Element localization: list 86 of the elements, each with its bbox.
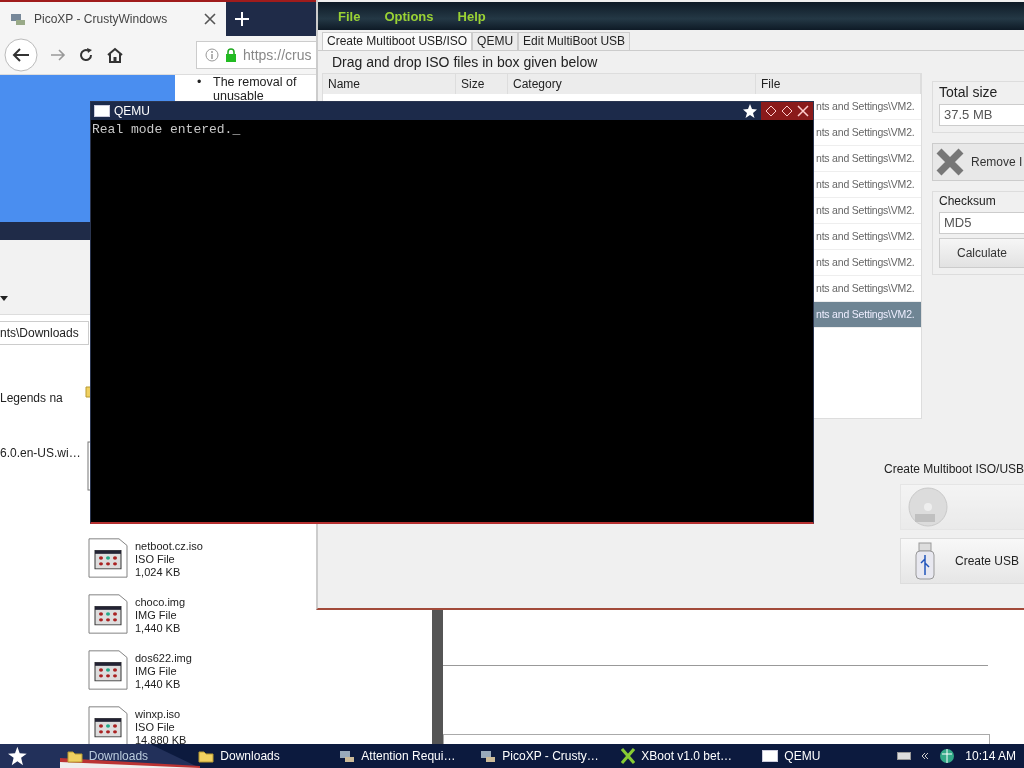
lock-icon [225, 48, 237, 62]
file-icon [88, 706, 128, 746]
back-icon[interactable] [4, 38, 38, 72]
cross-icon [935, 147, 965, 177]
window-icon [94, 105, 110, 117]
menu-item[interactable]: Options [374, 8, 444, 24]
group-label: Checksum [939, 194, 997, 208]
remove-button[interactable]: Remove I [932, 143, 1024, 181]
url-text: https://crus [243, 47, 312, 63]
home-icon[interactable] [106, 47, 124, 63]
folder-icon [198, 749, 215, 763]
x-logo-icon [621, 748, 636, 764]
tab[interactable]: QEMU [472, 32, 519, 50]
window-title: QEMU [114, 104, 151, 118]
address-field[interactable]: nts\Downloads [0, 321, 89, 345]
instruction-text: Drag and drop ISO files in box given below [331, 53, 599, 72]
reload-icon[interactable] [78, 47, 94, 63]
table-cell[interactable]: nts and Settings\VM2. [814, 120, 921, 145]
column-header[interactable]: Name [323, 74, 456, 94]
column-header[interactable]: File [756, 74, 921, 94]
minimize-icon[interactable] [765, 105, 777, 117]
file-type: ISO File [135, 553, 176, 566]
taskbar-button[interactable]: Downloads [192, 749, 330, 763]
file-size: 1,440 KB [135, 622, 182, 635]
file-name[interactable]: choco.img [135, 596, 186, 609]
bullet-text: unusable [213, 89, 264, 103]
size-field: 37.5 MB [939, 104, 1024, 126]
clock: 10:14 AM [965, 749, 1016, 763]
tab-title: PicoXP - CrustyWindows [34, 12, 169, 26]
taskbar-button[interactable]: PicoXP - Crusty… [474, 749, 612, 763]
keyboard-icon[interactable] [897, 752, 912, 760]
table-cell[interactable]: nts and Settings\VM2. [814, 224, 921, 249]
taskbar-button[interactable]: Attention Requi… [333, 749, 471, 763]
console-text: Real mode entered._ [91, 121, 242, 139]
file-icon [88, 538, 128, 578]
taskbar-button[interactable]: QEMU [756, 749, 894, 763]
bullet-text: The removal of [213, 75, 297, 89]
column-header[interactable]: Size [456, 74, 508, 94]
file-name[interactable]: 6.0.en-US.wi… [0, 440, 85, 465]
dropdown-icon[interactable] [0, 296, 8, 302]
maximize-icon[interactable] [781, 105, 793, 117]
file-name[interactable]: dos622.img [135, 652, 192, 665]
table-cell[interactable]: nts and Settings\VM2. [814, 276, 921, 301]
computer-icon [339, 749, 356, 763]
star-icon[interactable] [743, 104, 757, 118]
plus-icon[interactable] [234, 11, 250, 27]
close-icon[interactable] [204, 13, 216, 25]
file-icon [88, 594, 128, 634]
file-name[interactable]: netboot.cz.iso [135, 540, 203, 553]
group-label: Total size [939, 84, 999, 100]
computer-icon [10, 12, 26, 26]
column-header[interactable]: Category [508, 74, 756, 94]
bullet-mark: • [197, 75, 203, 89]
computer-icon [480, 749, 497, 763]
menu-item[interactable]: File [328, 8, 371, 24]
file-name[interactable]: winxp.iso [135, 708, 187, 721]
url-field[interactable]: https://crus [196, 41, 316, 69]
table-cell[interactable]: nts and Settings\VM2. [814, 146, 921, 171]
table-cell[interactable]: nts and Settings\VM2. [814, 94, 921, 119]
file-type: IMG File [135, 665, 178, 678]
checksum-field[interactable]: MD5 [939, 212, 1024, 234]
file-size: 14,880 KB [135, 734, 187, 747]
browser-tab[interactable]: PicoXP - CrustyWindows [0, 2, 226, 36]
file-name[interactable]: Legends na [0, 385, 85, 410]
group-label: Create Multiboot ISO/USB [884, 462, 1024, 476]
menu-item[interactable]: Help [447, 8, 496, 24]
globe-icon[interactable] [939, 748, 956, 764]
tab[interactable]: Edit MultiBoot USB [518, 32, 631, 50]
table-cell[interactable]: nts and Settings\VM2. [814, 250, 921, 275]
tab[interactable]: Create Multiboot USB/ISO [322, 32, 473, 50]
taskbar-button[interactable]: XBoot v1.0 bet… [615, 748, 753, 764]
disc-icon [905, 487, 951, 527]
file-icon [88, 650, 128, 690]
info-icon [205, 48, 219, 62]
file-type: IMG File [135, 609, 178, 622]
table-cell[interactable]: nts and Settings\VM2. [814, 172, 921, 197]
window-icon [762, 750, 779, 762]
table-cell[interactable]: nts and Settings\VM2. [814, 198, 921, 223]
forward-icon[interactable] [50, 48, 66, 62]
file-size: 1,440 KB [135, 678, 182, 691]
file-type: ISO File [135, 721, 176, 734]
calculate-button[interactable]: Calculate [939, 238, 1024, 268]
file-size: 1,024 KB [135, 566, 182, 579]
start-icon[interactable] [8, 746, 27, 766]
chevron-icon[interactable] [921, 752, 930, 760]
create-usb-button[interactable]: Create USB [900, 538, 1024, 584]
